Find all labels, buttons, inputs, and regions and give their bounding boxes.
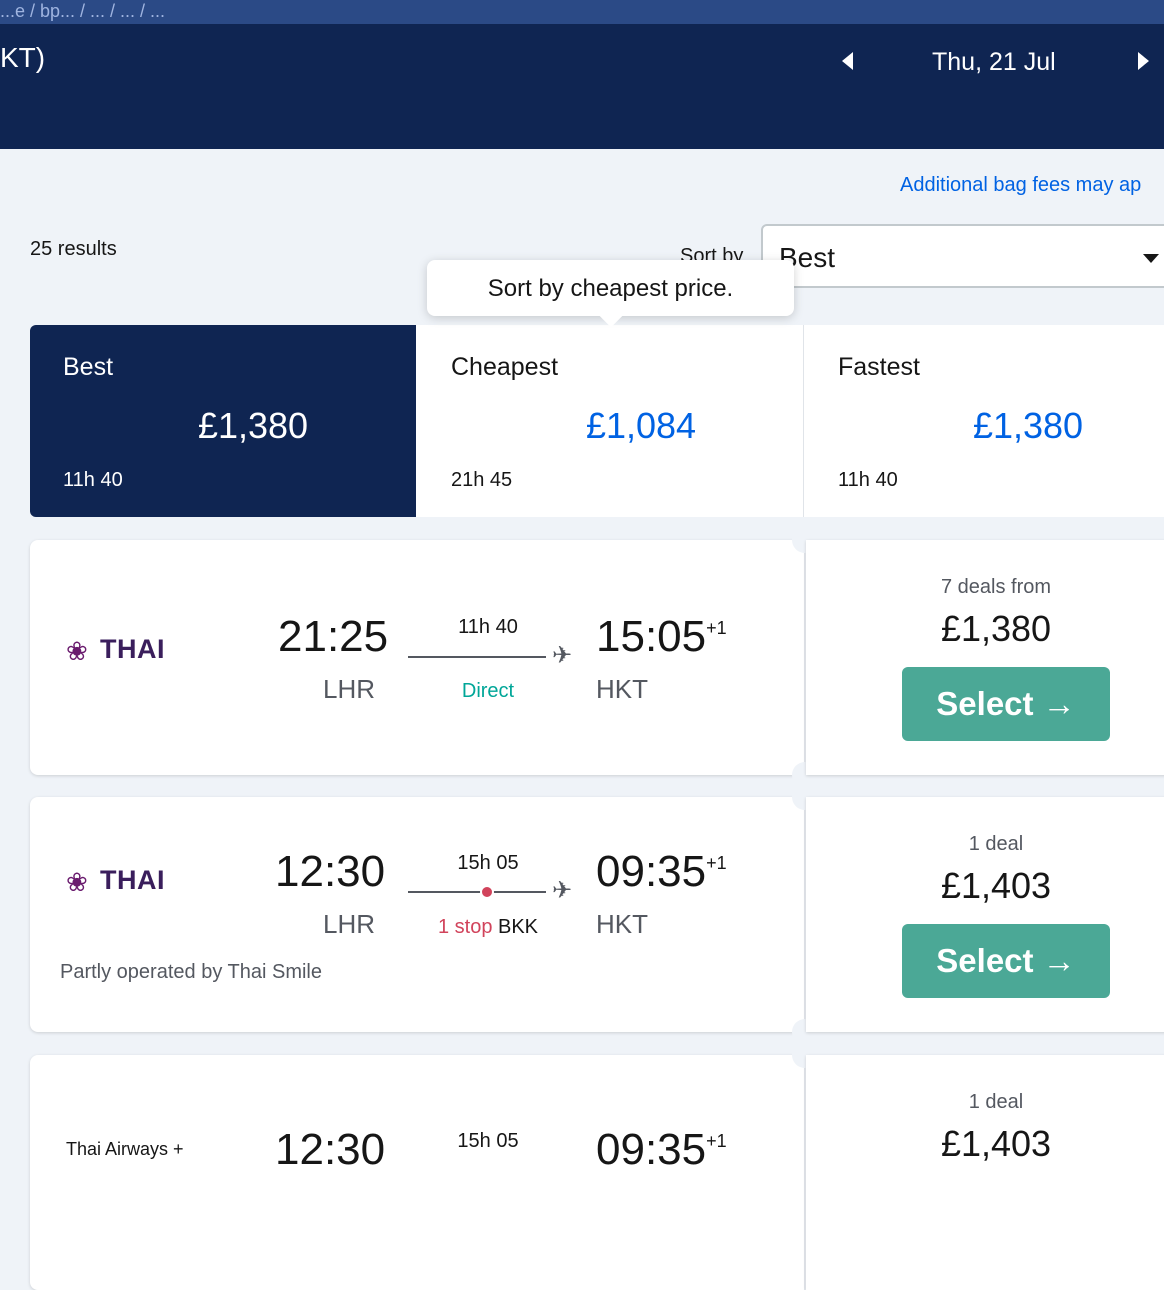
route-summary: KT) [0,42,46,73]
stops-info: 1 stop BKK [408,916,568,939]
airline-name: THAI [100,865,165,895]
arrival-time: 15:05+1 [596,612,727,661]
thai-orchid-icon: ❀ [66,636,88,666]
price-panel: 1 deal £1,403 Select → [806,797,1164,1032]
bag-fees-link[interactable]: Additional bag fees may ap [900,174,1141,197]
arrival-time: 09:35+1 [596,1125,727,1174]
price-panel: 7 deals from £1,380 Select → [806,540,1164,775]
sort-select[interactable]: Best [761,224,1164,288]
tab-name: Cheapest [451,353,559,381]
deals-count: 1 deal [968,833,1024,855]
deals-count: 7 deals from [940,576,1052,598]
flight-card[interactable]: ❀ THAI 21:25 LHR 11h 40 ✈ Direct 15:05+1… [30,527,1164,788]
plane-icon: ✈ [552,642,573,669]
price-panel: 1 deal £1,403 [806,1055,1164,1290]
route-breadcrumb-strip: ...e / bp... / ... / ... / ... [0,0,1164,24]
airline-logo: ❀ THAI [66,863,176,897]
caret-right-icon[interactable] [1138,52,1149,70]
tab-duration: 11h 40 [63,469,123,491]
flight-itinerary[interactable]: ❀ THAI 21:25 LHR 11h 40 ✈ Direct 15:05+1… [30,540,804,775]
flight-itinerary[interactable]: Thai Airways + 12:30 15h 05 09:35+1 [30,1055,804,1290]
departure-date[interactable]: Thu, 21 Jul [932,48,1056,77]
tab-best[interactable]: Best £1,380 11h 40 [30,325,416,517]
tab-price: £1,380 [972,405,1084,446]
stop-dot [480,885,494,899]
operated-by-note: Partly operated by Thai Smile [60,961,322,983]
tab-name: Best [63,353,114,381]
sort-tooltip: Sort by cheapest price. [427,260,794,328]
route-line [408,656,546,658]
tab-price: £1,380 [197,405,309,446]
route-line [408,891,546,893]
flight-duration: 11h 40 [458,616,518,638]
arrival-airport: HKT [596,909,648,939]
tab-name: Fastest [838,353,920,381]
tab-cheapest[interactable]: Cheapest £1,084 21h 45 [416,325,804,517]
arrival-airport: HKT [596,674,648,704]
arrival-time: 09:35+1 [596,847,727,896]
sort-tabs: Best £1,380 11h 40 Cheapest £1,084 21h 4… [30,325,1164,517]
flight-duration: 15h 05 [457,1130,519,1152]
departure-airport: LHR [323,909,376,939]
thai-orchid-icon: ❀ [66,867,88,897]
departure-airport: LHR [323,674,376,704]
flight-itinerary[interactable]: ❀ THAI 12:30 LHR 15h 05 ✈ 1 stop BKK 09:… [30,797,804,1032]
day-offset: +1 [706,853,727,873]
departure-time: 12:30 [275,847,386,896]
airline-name: THAI [100,634,165,664]
stops-info: Direct [408,680,568,703]
chevron-down-icon [1143,254,1159,263]
flight-price: £1,380 [940,608,1052,649]
results-count: 25 results [30,238,117,260]
day-offset: +1 [706,1131,727,1151]
deals-count: 1 deal [968,1091,1024,1113]
airline-name: Thai Airways + [66,1139,184,1159]
direct-label: Direct [461,680,515,702]
flight-card[interactable]: ❀ THAI 12:30 LHR 15h 05 ✈ 1 stop BKK 09:… [30,784,1164,1045]
tab-duration: 11h 40 [838,469,898,491]
plane-icon: ✈ [552,877,573,904]
tooltip-text: Sort by cheapest price. [487,275,734,302]
select-button[interactable]: Select → [902,667,1110,741]
select-button[interactable]: Select → [902,924,1110,998]
tab-price: £1,084 [585,405,697,446]
departure-time: 21:25 [278,612,389,661]
flight-price: £1,403 [940,1123,1052,1164]
tab-duration: 21h 45 [451,469,513,491]
stop-count: 1 stop [437,916,493,938]
day-offset: +1 [706,618,727,638]
departure-time: 12:30 [275,1125,386,1174]
flight-duration: 15h 05 [457,852,519,874]
flight-price: £1,403 [940,865,1052,906]
stop-airport: BKK [498,916,539,938]
flight-card[interactable]: Thai Airways + 12:30 15h 05 09:35+1 1 de… [30,1042,1164,1290]
tab-fastest[interactable]: Fastest £1,380 11h 40 [804,325,1164,517]
tooltip-arrow [599,304,623,328]
caret-left-icon[interactable] [842,52,853,70]
airline-logo: ❀ THAI [66,632,176,666]
search-header: ...e / bp... / ... / ... / ... KT) Thu, … [0,0,1164,149]
